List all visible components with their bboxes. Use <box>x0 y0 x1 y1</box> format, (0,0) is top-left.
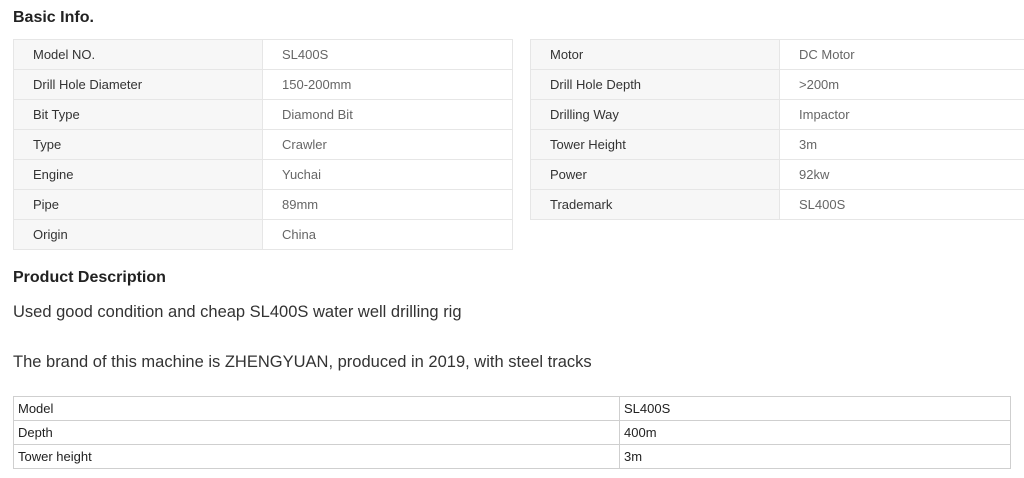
attr-value: 3m <box>779 129 1024 160</box>
spec-value: 3m <box>619 444 1011 469</box>
attr-row-engine: Engine Yuchai <box>13 159 513 190</box>
attr-value: Impactor <box>779 99 1024 130</box>
attr-row-power: Power 92kw <box>530 159 1024 190</box>
table-row: Depth 400m <box>13 420 1011 445</box>
attr-value: SL400S <box>262 39 513 70</box>
attr-row-model-no: Model NO. SL400S <box>13 39 513 70</box>
spec-label: Depth <box>13 420 620 445</box>
attr-key: Power <box>530 159 780 190</box>
table-row: Tower height 3m <box>13 444 1011 469</box>
attr-value: Diamond Bit <box>262 99 513 130</box>
attr-key: Type <box>13 129 263 160</box>
attr-row-motor: Motor DC Motor <box>530 39 1024 70</box>
attr-row-type: Type Crawler <box>13 129 513 160</box>
attr-row-bit-type: Bit Type Diamond Bit <box>13 99 513 130</box>
attr-key: Model NO. <box>13 39 263 70</box>
description-paragraph: The brand of this machine is ZHENGYUAN, … <box>13 353 592 371</box>
attr-key: Bit Type <box>13 99 263 130</box>
spec-table: Model SL400S Depth 400m Tower height 3m <box>13 396 1011 469</box>
attr-key: Drill Hole Diameter <box>13 69 263 100</box>
spec-value: SL400S <box>619 396 1011 421</box>
attr-key: Motor <box>530 39 780 70</box>
attr-key: Trademark <box>530 189 780 220</box>
attr-row-drilling-way: Drilling Way Impactor <box>530 99 1024 130</box>
attr-key: Pipe <box>13 189 263 220</box>
basic-info-left-table: Model NO. SL400S Drill Hole Diameter 150… <box>13 39 513 250</box>
attr-key: Tower Height <box>530 129 780 160</box>
attr-value: China <box>262 219 513 250</box>
attr-value: 92kw <box>779 159 1024 190</box>
attr-value: 150-200mm <box>262 69 513 100</box>
attr-row-drill-hole-diameter: Drill Hole Diameter 150-200mm <box>13 69 513 100</box>
description-paragraph: Used good condition and cheap SL400S wat… <box>13 303 462 321</box>
attr-row-tower-height: Tower Height 3m <box>530 129 1024 160</box>
attr-value: Crawler <box>262 129 513 160</box>
attr-row-pipe: Pipe 89mm <box>13 189 513 220</box>
attr-value: 89mm <box>262 189 513 220</box>
basic-info-right-table: Motor DC Motor Drill Hole Depth >200m Dr… <box>530 39 1024 220</box>
attr-key: Origin <box>13 219 263 250</box>
attr-value: SL400S <box>779 189 1024 220</box>
attr-key: Engine <box>13 159 263 190</box>
basic-info-heading: Basic Info. <box>13 9 94 26</box>
product-description-heading: Product Description <box>13 269 166 286</box>
attr-value: Yuchai <box>262 159 513 190</box>
spec-label: Model <box>13 396 620 421</box>
attr-value: >200m <box>779 69 1024 100</box>
attr-row-drill-hole-depth: Drill Hole Depth >200m <box>530 69 1024 100</box>
attr-value: DC Motor <box>779 39 1024 70</box>
table-row: Model SL400S <box>13 396 1011 421</box>
spec-label: Tower height <box>13 444 620 469</box>
attr-key: Drilling Way <box>530 99 780 130</box>
attr-row-trademark: Trademark SL400S <box>530 189 1024 220</box>
spec-value: 400m <box>619 420 1011 445</box>
attr-row-origin: Origin China <box>13 219 513 250</box>
attr-key: Drill Hole Depth <box>530 69 780 100</box>
